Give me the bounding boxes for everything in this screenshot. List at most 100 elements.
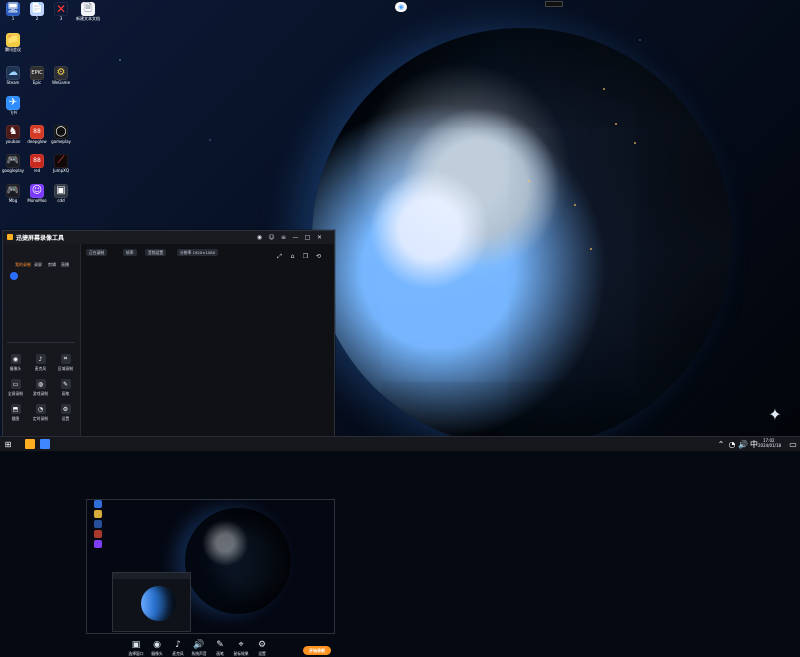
assistant-icon[interactable]: ◉	[395, 2, 407, 12]
tool-label: 画笔	[61, 391, 70, 396]
bottom-tool-camera[interactable]: ◉ 摄像头	[148, 641, 166, 657]
tool-label: 摄像头	[9, 366, 22, 371]
app-logo-icon	[7, 234, 13, 240]
tool-timer[interactable]: ◔ 定时录制	[32, 404, 49, 422]
up-arrow-icon[interactable]: ⌃	[716, 439, 726, 449]
settings-icon: ⚙	[60, 404, 71, 414]
desktop-icon-6[interactable]: ☁ Steam	[2, 66, 24, 85]
bottom-tool-brush[interactable]: ✎ 画笔	[211, 641, 229, 657]
close-icon: ✕	[55, 2, 67, 16]
bottom-tool-label: 麦克风	[172, 651, 184, 656]
tab-record[interactable]: 录屏	[34, 262, 42, 268]
desktop-icon-1[interactable]: 🖥 1	[2, 2, 24, 21]
desktop-icon-11[interactable]: 88 deepglow	[26, 125, 48, 144]
tool-settings[interactable]: ⚙ 设置	[57, 404, 74, 422]
desktop-icon-label: deepglow	[27, 139, 47, 144]
notification-icon[interactable]: ▭	[788, 439, 798, 449]
bottom-tool-settings[interactable]: ⚙ 设置	[253, 641, 271, 657]
bottom-tool-mic[interactable]: ♪ 麦克风	[169, 641, 187, 657]
tool-fullscreen[interactable]: ▭ 全屏录制	[7, 379, 24, 397]
close-icon[interactable]: ✕	[315, 233, 324, 242]
app-title: 迅捷屏幕录像工具	[16, 235, 65, 242]
pen-icon: ⟋	[54, 154, 68, 168]
left-panel: 我的录制 录屏 剪辑 直播 ◉ 摄像头 ♪ 麦克风 ⌗ 区域录制 ▭ 全屏录制 ◍ 游戏录…	[3, 244, 81, 437]
bird-icon: ✈	[6, 96, 20, 110]
desktop-icon-5[interactable]: 📁 腾讯会议	[2, 33, 24, 52]
city-light	[528, 180, 530, 182]
bottom-tool-cursor[interactable]: ⌖ 鼠标效果	[232, 641, 250, 657]
minimize-icon[interactable]: —	[291, 233, 300, 242]
tool-brush[interactable]: ✎ 画笔	[57, 379, 74, 397]
desktop-icon-label: Steam	[6, 80, 20, 85]
desktop-icon-14[interactable]: 88 red	[26, 154, 48, 173]
cursor-icon: ⌖	[238, 640, 244, 650]
status-chip: 音频设置	[145, 249, 167, 256]
desktop-icon-18[interactable]: ▣ cdd	[50, 184, 72, 203]
image-icon: ▣	[54, 184, 68, 198]
city-light	[590, 248, 592, 250]
tool-camera[interactable]: ◉ 摄像头	[7, 354, 24, 372]
volume-icon[interactable]: 🔊	[738, 439, 748, 449]
desktop-icon-9[interactable]: ✈ 飞书	[2, 96, 24, 115]
desktop-icon-8[interactable]: ⚙ WeGame	[50, 66, 72, 85]
skin-icon[interactable]: ◉	[255, 233, 264, 242]
desktop-icon-label: 飞书	[9, 110, 17, 115]
mini-icon	[94, 530, 102, 538]
tool-mic[interactable]: ♪ 麦克风	[32, 354, 49, 372]
menu-icon[interactable]: ≡	[279, 233, 288, 242]
bird-logo-icon: ✦	[768, 404, 782, 424]
network-icon[interactable]: ◔	[727, 439, 737, 449]
status-chip: 正在录制	[86, 249, 108, 256]
desktop-icon-label: 2	[35, 16, 39, 21]
share-icon[interactable]: ⟲	[314, 252, 323, 261]
maximize-icon[interactable]: □	[303, 233, 312, 242]
desktop-icon-7[interactable]: EPIC Epic	[26, 66, 48, 85]
copy-icon[interactable]: ❐	[301, 252, 310, 261]
bottom-tool-label: 摄像头	[151, 651, 163, 656]
lock-icon[interactable]: ⌂	[288, 252, 297, 261]
desktop-icon-10[interactable]: ♞ youban	[2, 125, 24, 144]
start-recording-button[interactable]: 开始录制	[303, 646, 331, 655]
wegame-icon: ⚙	[54, 66, 68, 80]
desktop-icon-label: WeGame	[51, 80, 71, 85]
desktop-icon-label: red	[33, 168, 41, 173]
avatar-icon: ☺	[30, 184, 44, 198]
recorder-taskbar-icon[interactable]	[25, 439, 35, 449]
crop-icon: ⌗	[60, 354, 71, 364]
mini-icon	[94, 500, 102, 508]
earth-wallpaper-image	[312, 28, 732, 448]
epic-icon: EPIC	[30, 66, 44, 80]
windows-start-icon[interactable]: ⊞	[3, 439, 13, 449]
bottom-tool-window[interactable]: ▣ 选择窗口	[127, 641, 145, 657]
desktop-icon-15[interactable]: ⟋ JumpXQ	[50, 154, 72, 173]
app-titlebar: 迅捷屏幕录像工具 ◉ ☺ ≡ — □ ✕	[3, 231, 334, 245]
desktop-icon-13[interactable]: 🎮 googleplay	[2, 154, 24, 173]
tab-my-recordings[interactable]: 我的录制	[15, 262, 31, 268]
desktop-icon-17[interactable]: ☺ MonoMoo	[26, 184, 48, 203]
desktop-icon-4[interactable]: 🗎 新建文本文档	[74, 2, 102, 21]
user-icon[interactable]: ☺	[267, 233, 276, 242]
tab-edit[interactable]: 剪辑	[48, 262, 56, 268]
bottom-tool-label: 选择窗口	[128, 651, 144, 656]
tab-live[interactable]: 直播	[61, 262, 69, 268]
tool-label: 区域录制	[57, 366, 74, 371]
desktop-icon-16[interactable]: 🎮 Mbg	[2, 184, 24, 203]
tool-label: 全屏录制	[7, 391, 24, 396]
mini-icon	[94, 520, 102, 528]
tool-area[interactable]: ⌗ 区域录制	[57, 354, 74, 372]
recording-stage: 正在录制 帧率 音频设置 分辨率 1920×1080 ⤢ ⌂ ❐ ⟲	[81, 244, 334, 437]
bottom-tool-speaker[interactable]: 🔊 系统声音	[190, 641, 208, 657]
fullscreen-icon[interactable]: ⤢	[275, 252, 284, 261]
clock-icon: ◔	[35, 404, 46, 414]
nested-preview-window	[112, 572, 191, 632]
desktop-icon-2[interactable]: 📄 2	[26, 2, 48, 21]
desktop-icon-3[interactable]: ✕ 3	[50, 2, 72, 21]
game-icon-2: 88	[30, 154, 44, 168]
desktop-icon-label: 新建文本文档	[76, 16, 100, 21]
tool-game[interactable]: ◍ 游戏录制	[32, 379, 49, 397]
desktop-icon-12[interactable]: ◯ gameplay	[50, 125, 72, 144]
tool-screenshot[interactable]: ⬒ 截图	[7, 404, 24, 422]
screen-recorder-window[interactable]: 迅捷屏幕录像工具 ◉ ☺ ≡ — □ ✕ 我的录制 录屏 剪辑 直播 ◉ 摄像头 …	[2, 230, 335, 656]
city-light	[603, 88, 605, 90]
browser-taskbar-icon[interactable]	[40, 439, 50, 449]
